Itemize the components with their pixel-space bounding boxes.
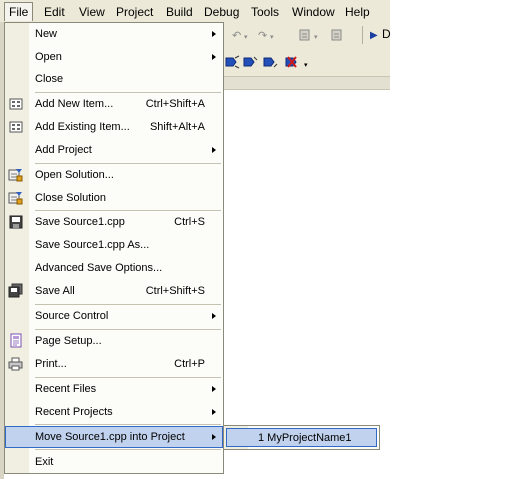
menu-item-print[interactable]: Print... Ctrl+P [5, 353, 223, 375]
menu-item-add-project[interactable]: Add Project [5, 139, 223, 161]
menu-edit[interactable]: Edit [42, 4, 67, 20]
menu-item-label: Source Control [35, 310, 109, 322]
menu-item-label: Advanced Save Options... [35, 262, 163, 274]
menu-bar: File Edit View Project Build Debug Tools… [0, 0, 390, 23]
menu-item-move-into-project[interactable]: Move Source1.cpp into Project [5, 426, 223, 448]
menu-item-label: Close [35, 73, 64, 85]
menu-view[interactable]: View [77, 4, 107, 20]
menu-item-label: Add Existing Item... [35, 121, 130, 133]
menu-item-label: Exit [35, 456, 54, 468]
menu-item-save-all[interactable]: Save All Ctrl+Shift+S [5, 280, 223, 302]
submenu-arrow-icon [212, 434, 216, 440]
file-menu: New Open Close Add New Item... Ctrl+Shif… [4, 22, 224, 474]
menu-item-label: Recent Projects [35, 406, 113, 418]
add-existing-item-icon [8, 119, 23, 134]
menu-item-save-as[interactable]: Save Source1.cpp As... [5, 234, 223, 256]
menu-item-label: Print... [35, 358, 67, 370]
submenu-item-project[interactable]: 1 MyProjectName1 [226, 428, 377, 447]
navigate-back-icon[interactable] [298, 28, 312, 42]
menu-item-source-control[interactable]: Source Control [5, 305, 223, 327]
menu-file[interactable]: File [4, 2, 34, 21]
debug-label[interactable]: D [382, 28, 391, 40]
menu-separator [35, 424, 221, 425]
bookmark-clear-icon[interactable] [284, 55, 300, 69]
close-solution-icon [8, 190, 23, 205]
menu-item-recent-files[interactable]: Recent Files [5, 378, 223, 400]
open-solution-icon [8, 167, 23, 182]
menu-item-label: Add New Item... [35, 98, 114, 110]
dropdown-arrow-icon[interactable]: ▾ [270, 32, 274, 44]
menu-item-open-solution[interactable]: Open Solution... [5, 164, 223, 186]
menu-build[interactable]: Build [164, 4, 195, 20]
navigate-forward-icon[interactable] [330, 28, 344, 42]
menu-item-recent-projects[interactable]: Recent Projects [5, 401, 223, 423]
print-icon [8, 356, 23, 371]
menu-item-label: Save All [35, 285, 75, 297]
save-icon [8, 214, 23, 229]
menu-help[interactable]: Help [343, 4, 372, 20]
document-tab-strip [222, 77, 390, 90]
toolbar: ↶ ▾ ↷ ▾ ▾ ▶ D ▾ [222, 22, 391, 77]
menu-project[interactable]: Project [114, 4, 155, 20]
menu-tools[interactable]: Tools [249, 4, 281, 20]
menu-item-label: Page Setup... [35, 335, 102, 347]
menu-item-label: Close Solution [35, 192, 106, 204]
menu-item-close[interactable]: Close [5, 68, 223, 90]
dropdown-arrow-icon[interactable]: ▾ [244, 32, 248, 44]
submenu-arrow-icon [212, 54, 216, 60]
menu-item-label: Save Source1.cpp [35, 216, 125, 228]
menu-item-new[interactable]: New [5, 23, 223, 45]
menu-item-label: Add Project [35, 144, 92, 156]
bookmark-next-icon[interactable] [242, 55, 258, 69]
menu-item-label: New [35, 28, 58, 40]
menu-item-label: Recent Files [35, 383, 97, 395]
page-setup-icon [8, 333, 23, 348]
submenu-arrow-icon [212, 386, 216, 392]
toolbar-separator [362, 26, 363, 44]
menu-item-label: Save Source1.cpp As... [35, 239, 150, 251]
move-into-project-submenu: 1 MyProjectName1 [223, 425, 380, 450]
undo-icon[interactable]: ↶ [232, 30, 241, 42]
menu-item-shortcut: Shift+Alt+A [149, 121, 205, 133]
menu-item-advanced-save-options[interactable]: Advanced Save Options... [5, 257, 223, 279]
dropdown-arrow-icon[interactable]: ▾ [314, 32, 318, 44]
add-new-item-icon [8, 96, 23, 111]
submenu-arrow-icon [212, 31, 216, 37]
redo-icon[interactable]: ↷ [258, 30, 267, 42]
menu-item-close-solution[interactable]: Close Solution [5, 187, 223, 209]
submenu-arrow-icon [212, 147, 216, 153]
menu-item-exit[interactable]: Exit [5, 451, 223, 473]
submenu-item-label: 1 MyProjectName1 [258, 432, 352, 444]
menu-item-add-new-item[interactable]: Add New Item... Ctrl+Shift+A [5, 93, 223, 115]
menu-item-add-existing-item[interactable]: Add Existing Item... Shift+Alt+A [5, 116, 223, 138]
menu-item-page-setup[interactable]: Page Setup... [5, 330, 223, 352]
menu-item-shortcut: Ctrl+Shift+A [145, 98, 205, 110]
save-all-icon [8, 283, 23, 298]
submenu-arrow-icon [212, 313, 216, 319]
menu-item-save[interactable]: Save Source1.cpp Ctrl+S [5, 211, 223, 233]
menu-item-open[interactable]: Open [5, 46, 223, 68]
menu-separator [35, 449, 221, 450]
bookmark-prev-icon[interactable] [262, 55, 278, 69]
menu-debug[interactable]: Debug [202, 4, 241, 20]
menu-item-shortcut: Ctrl+Shift+S [145, 285, 205, 297]
menu-item-shortcut: Ctrl+S [174, 216, 205, 228]
toolbar-overflow-icon[interactable]: ▾ [304, 60, 308, 72]
menu-item-shortcut: Ctrl+P [174, 358, 205, 370]
start-debug-icon[interactable]: ▶ [370, 30, 378, 42]
menu-item-label: Move Source1.cpp into Project [35, 431, 185, 443]
menu-window[interactable]: Window [290, 4, 337, 20]
menu-item-label: Open [35, 51, 62, 63]
menu-item-label: Open Solution... [35, 169, 114, 181]
submenu-arrow-icon [212, 409, 216, 415]
bookmark-icon[interactable] [224, 55, 240, 69]
